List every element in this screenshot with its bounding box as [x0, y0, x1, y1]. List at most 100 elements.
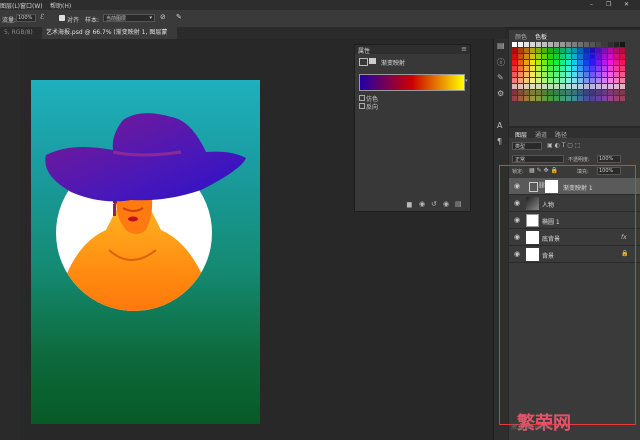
swatch[interactable]	[578, 42, 583, 47]
swatch[interactable]	[524, 42, 529, 47]
swatch[interactable]	[554, 54, 559, 59]
swatch[interactable]	[524, 60, 529, 65]
swatch[interactable]	[566, 48, 571, 53]
swatch[interactable]	[566, 42, 571, 47]
swatch[interactable]	[524, 84, 529, 89]
character-icon[interactable]: A	[497, 121, 502, 130]
swatch[interactable]	[512, 42, 517, 47]
swatch[interactable]	[518, 78, 523, 83]
swatch[interactable]	[518, 60, 523, 65]
view-previous-icon[interactable]: ◉	[419, 200, 425, 208]
swatch[interactable]	[512, 78, 517, 83]
swatch[interactable]	[584, 90, 589, 95]
tab-swatches[interactable]: 色板	[535, 32, 547, 41]
swatch[interactable]	[578, 54, 583, 59]
swatch[interactable]	[584, 72, 589, 77]
sample-select[interactable]: 当前图层 ▾	[103, 14, 155, 22]
swatch[interactable]	[566, 78, 571, 83]
swatch[interactable]	[518, 84, 523, 89]
swatch[interactable]	[578, 72, 583, 77]
swatch[interactable]	[596, 42, 601, 47]
tab-channels[interactable]: 通道	[535, 130, 547, 139]
info-icon[interactable]: ⓘ	[497, 57, 505, 68]
swatch[interactable]	[590, 66, 595, 71]
swatch[interactable]	[536, 66, 541, 71]
swatch[interactable]	[602, 60, 607, 65]
swatch[interactable]	[620, 78, 625, 83]
swatch[interactable]	[578, 48, 583, 53]
swatch[interactable]	[572, 84, 577, 89]
swatch[interactable]	[530, 60, 535, 65]
swatch[interactable]	[614, 72, 619, 77]
swatch[interactable]	[614, 66, 619, 71]
swatch[interactable]	[560, 96, 565, 101]
swatch[interactable]	[524, 78, 529, 83]
swatch[interactable]	[548, 72, 553, 77]
opacity-field[interactable]: 100%	[597, 155, 621, 163]
swatch[interactable]	[578, 84, 583, 89]
swatch[interactable]	[530, 72, 535, 77]
swatch[interactable]	[614, 42, 619, 47]
swatch[interactable]	[572, 48, 577, 53]
swatch[interactable]	[584, 66, 589, 71]
swatch[interactable]	[596, 78, 601, 83]
panel-menu-icon[interactable]: ≡	[461, 45, 467, 53]
swatch[interactable]	[614, 96, 619, 101]
swatch[interactable]	[590, 96, 595, 101]
swatch[interactable]	[578, 78, 583, 83]
swatch[interactable]	[620, 60, 625, 65]
swatch[interactable]	[590, 84, 595, 89]
swatch[interactable]	[512, 60, 517, 65]
swatch[interactable]	[536, 72, 541, 77]
tab-layers[interactable]: 图层	[515, 130, 527, 139]
swatch[interactable]	[512, 96, 517, 101]
swatch[interactable]	[554, 72, 559, 77]
swatch[interactable]	[518, 66, 523, 71]
reset-icon[interactable]: ↺	[431, 200, 437, 208]
swatch[interactable]	[602, 84, 607, 89]
swatch[interactable]	[548, 66, 553, 71]
swatch[interactable]	[620, 48, 625, 53]
swatch[interactable]	[620, 84, 625, 89]
swatch[interactable]	[608, 78, 613, 83]
swatch[interactable]	[602, 72, 607, 77]
swatch[interactable]	[572, 66, 577, 71]
swatch[interactable]	[602, 54, 607, 59]
swatch[interactable]	[554, 78, 559, 83]
menu-window[interactable]: 窗口(W)	[20, 1, 43, 10]
swatch[interactable]	[554, 90, 559, 95]
swatch[interactable]	[596, 72, 601, 77]
mask-icon[interactable]	[369, 58, 376, 64]
swatch[interactable]	[524, 66, 529, 71]
swatch[interactable]	[536, 60, 541, 65]
swatch[interactable]	[548, 42, 553, 47]
swatch[interactable]	[536, 84, 541, 89]
menu-help[interactable]: 帮助(H)	[50, 1, 71, 10]
swatch[interactable]	[584, 60, 589, 65]
swatch[interactable]	[602, 90, 607, 95]
gradient-bar[interactable]	[359, 74, 465, 91]
swatch[interactable]	[566, 84, 571, 89]
swatch[interactable]	[602, 78, 607, 83]
swatch[interactable]	[512, 72, 517, 77]
kind-filter-select[interactable]: 类型	[512, 142, 542, 150]
restore-button[interactable]: ❐	[606, 1, 611, 8]
swatch[interactable]	[530, 54, 535, 59]
swatch[interactable]	[566, 72, 571, 77]
swatch[interactable]	[548, 78, 553, 83]
swatch[interactable]	[596, 96, 601, 101]
swatch[interactable]	[590, 60, 595, 65]
swatch[interactable]	[542, 60, 547, 65]
swatch[interactable]	[620, 54, 625, 59]
swatch[interactable]	[584, 84, 589, 89]
close-button[interactable]: ✕	[624, 1, 629, 8]
swatch[interactable]	[512, 48, 517, 53]
dither-checkbox[interactable]	[359, 95, 365, 101]
swatch[interactable]	[566, 54, 571, 59]
swatch[interactable]	[584, 42, 589, 47]
align-checkbox[interactable]	[59, 15, 65, 21]
swatch[interactable]	[578, 66, 583, 71]
swatch[interactable]	[518, 54, 523, 59]
swatch[interactable]	[560, 90, 565, 95]
swatch[interactable]	[620, 66, 625, 71]
